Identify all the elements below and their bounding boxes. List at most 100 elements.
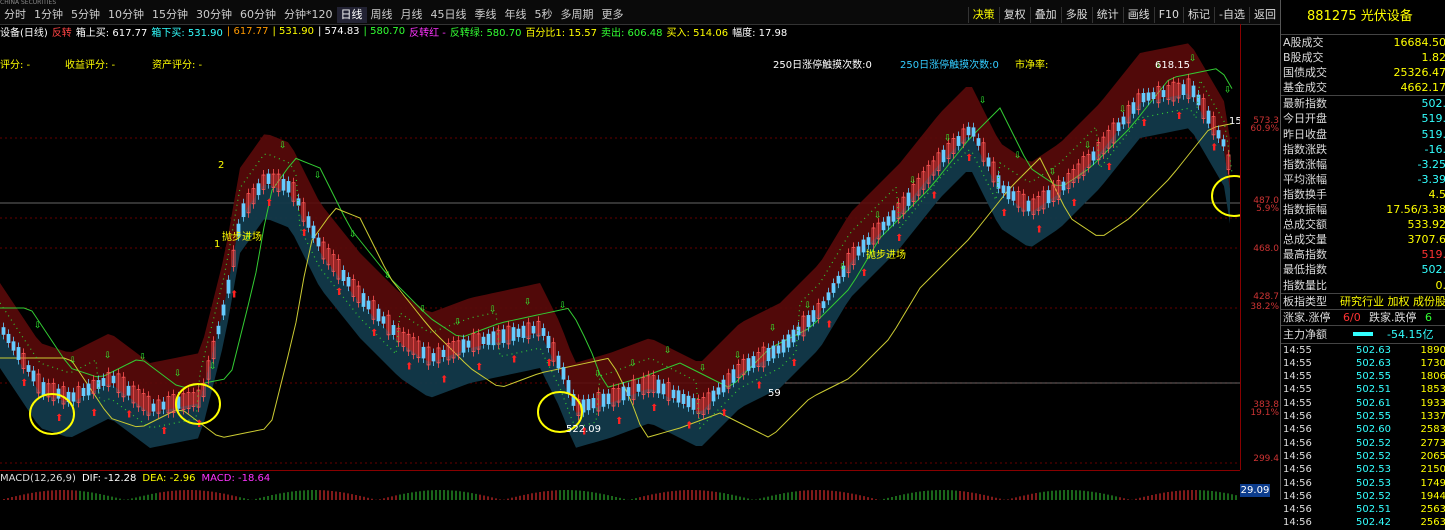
macd-name: MACD(12,26,9) [0,473,76,484]
candle-body [657,380,660,393]
mark-59: 59 [768,388,781,399]
period-tab-11[interactable]: 45日线 [427,7,471,23]
stat-row-1: B股成交1.82 [1281,50,1445,65]
buy-arrow: ⬆ [1140,118,1148,129]
peak-label: 618.15 [1155,60,1190,71]
tool-button-4[interactable]: 统计 [1092,7,1123,23]
sell-arrow: ⇩ [804,301,812,311]
sell-arrow: ⇩ [209,362,217,372]
tool-button-0[interactable]: 决策 [968,7,999,23]
period-tab-5[interactable]: 30分钟 [192,7,236,23]
stat-row-9: 平均涨幅-3.39 [1281,172,1445,187]
period-tab-3[interactable]: 10分钟 [104,7,148,23]
candle-body [217,326,220,334]
period-tab-9[interactable]: 周线 [367,7,397,23]
candle-body [782,340,785,352]
tick-price: 502.52 [1331,490,1391,503]
candle-body [1132,103,1135,114]
stat-row-5: 今日开盘519. [1281,111,1445,126]
period-tab-13[interactable]: 年线 [501,7,531,23]
candle-body [87,384,90,395]
period-tab-10[interactable]: 月线 [397,7,427,23]
buy-arrow: ⬆ [1210,142,1218,153]
stat-key: A股成交 [1283,35,1324,50]
candle-body [867,238,870,245]
candle-body [127,386,130,395]
period-tab-0[interactable]: 分时 [0,7,30,23]
period-tab-15[interactable]: 多周期 [557,7,598,23]
candle-body [607,394,610,404]
sell-arrow: ⇩ [909,176,917,186]
brand-label: CHINA SECURITIES [0,0,56,6]
tick-volume: 1944 [1391,490,1445,503]
buy-arrow: ⬆ [615,416,623,427]
candle-body [972,128,975,136]
main-net-row: 主力净额 -54.15亿 [1281,325,1445,343]
tick-volume: 1730 [1391,357,1445,370]
tick-volume: 2563 [1391,516,1445,529]
candle-body [482,337,485,343]
period-tab-4[interactable]: 15分钟 [148,7,192,23]
indicator-item-12: 买入: 514.06 [667,24,729,38]
tick-row: 14:55502.511853 [1281,383,1445,396]
candle-body [362,294,365,307]
candle-body [807,315,810,326]
sell-arrow: ⇩ [1014,151,1022,161]
sell-arrow: ⇩ [1049,168,1057,178]
candle-body [1012,192,1015,201]
sell-arrow: ⇩ [139,352,147,362]
main-net-key: 主力净额 [1281,326,1353,343]
candle-body [712,391,715,401]
candle-body [1222,140,1225,146]
candle-body [812,311,815,322]
period-tab-16[interactable]: 更多 [598,7,628,23]
tick-row: 14:56502.512563 [1281,503,1445,516]
buy-arrow: ⬆ [265,198,273,209]
stat-row-10: 指数换手4.5 [1281,187,1445,202]
tick-time: 14:56 [1281,477,1331,490]
tick-row: 14:55502.631890 [1281,344,1445,357]
tool-button-2[interactable]: 叠加 [1030,7,1061,23]
stat-value: 519. [1422,127,1445,142]
tool-button-7[interactable]: 标记 [1183,7,1214,23]
candle-body [1162,90,1165,96]
limit-up-value: 6/0 [1343,310,1369,325]
tick-row: 14:56502.532150 [1281,463,1445,476]
period-tab-8[interactable]: 日线 [337,7,367,23]
stat-row-4: 最新指数502. [1281,95,1445,111]
candle-body [787,335,790,347]
buy-arrow: ⬆ [650,403,658,414]
tick-price: 502.51 [1331,383,1391,396]
macd-dif: DIF: -12.28 [82,473,136,484]
stat-row-0: A股成交16684.50 [1281,35,1445,50]
period-tab-6[interactable]: 60分钟 [236,7,280,23]
board-type-value: 研究行业 加权 成份股 [1340,294,1445,309]
tick-list[interactable]: 14:55502.63189014:55502.63173014:55502.5… [1281,343,1445,530]
tool-button-3[interactable]: 多股 [1061,7,1092,23]
kline-chart[interactable]: ⬆⇩⬆⇩⬆⇩⬆⇩⬆⇩⬆⇩⬆⇩⬆⇩⬆⇩⬆⇩⬆⇩⬆⇩⬆⇩⬆⇩⬆⇩⬆⇩⬆⇩⬆⇩⬆⇩⬆⇩… [0,38,1240,470]
sell-arrow: ⇩ [524,297,532,307]
tick-row: 14:56502.422563 [1281,516,1445,529]
tool-button-8[interactable]: -自选 [1214,7,1249,23]
period-tab-7[interactable]: 分钟*120 [280,7,337,23]
tool-button-5[interactable]: 画线 [1123,7,1154,23]
tool-button-1[interactable]: 复权 [999,7,1030,23]
period-tab-2[interactable]: 5分钟 [67,7,104,23]
period-tab-14[interactable]: 5秒 [531,7,557,23]
period-tab-1[interactable]: 1分钟 [30,7,67,23]
main-net-bar [1353,332,1373,336]
stat-value: 502. [1422,96,1445,111]
stat-row-14: 最高指数519. [1281,247,1445,262]
candle-body [112,376,115,383]
candle-body [257,184,260,195]
period-tab-12[interactable]: 季线 [471,7,501,23]
entry-label: 抛步进场 [222,230,262,243]
candle-body [467,341,470,347]
candle-body [1152,93,1155,99]
candle-body [462,340,465,353]
tool-button-6[interactable]: F10 [1154,7,1183,23]
candle-body [662,384,665,394]
tool-button-9[interactable]: 返回 [1249,7,1280,23]
buy-arrow: ⬆ [55,413,63,424]
candle-body [377,309,380,321]
